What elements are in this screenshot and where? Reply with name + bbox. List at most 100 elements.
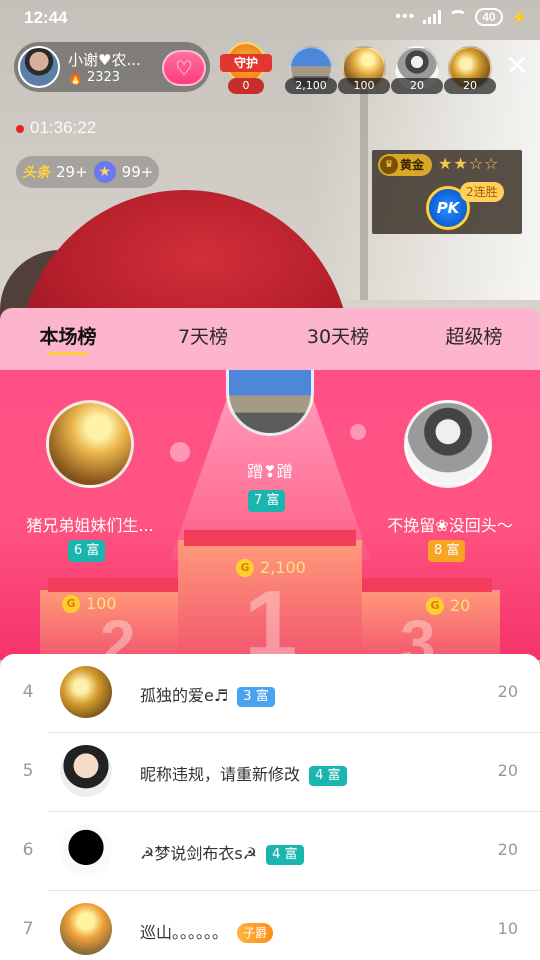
pk-stars: ★★☆☆ — [438, 154, 500, 173]
second-place-avatar[interactable] — [46, 400, 134, 488]
tab-current-session[interactable]: 本场榜 — [30, 322, 106, 352]
coin-icon: G — [62, 594, 80, 613]
list-wealth-tag: 4 富 — [266, 845, 304, 865]
window-frame — [360, 60, 368, 300]
signal-icon — [423, 10, 442, 24]
star-count: 99+ — [121, 163, 154, 181]
list-rank: 4 — [22, 682, 34, 702]
recording-dot-icon — [16, 125, 24, 133]
tab-30-days[interactable]: 30天榜 — [300, 322, 376, 352]
pk-streak: 2连胜 — [460, 182, 504, 202]
viewer-avatar-4[interactable]: 20 — [444, 46, 496, 94]
second-place-wealth-tag: 6 富 — [68, 540, 106, 562]
list-score: 20 — [497, 840, 518, 859]
ranking-tabs: 本场榜 7天榜 30天榜 超级榜 — [0, 308, 540, 370]
viewer-avatar-1[interactable]: 2,100 — [285, 46, 337, 94]
decor-bubble — [350, 424, 366, 440]
activity-chips[interactable]: 头条 29+ ★ 99+ — [16, 156, 160, 188]
first-place-score: G 2,100 — [236, 558, 306, 577]
third-place-name[interactable]: 不挽留❀没回头～ — [370, 512, 530, 536]
guard-count: 0 — [228, 78, 264, 94]
list-rank: 7 — [22, 919, 34, 939]
viewer-score: 100 — [338, 78, 390, 94]
host-name: 小谢♥农... — [68, 51, 141, 69]
flame-icon: 🔥 — [68, 70, 83, 85]
list-name: 孤独的爱e♬ 3 富 — [140, 682, 275, 707]
list-score: 20 — [497, 761, 518, 780]
list-item[interactable]: 7 巡山。。。。。。 子爵 10 — [0, 891, 540, 960]
first-place-name[interactable]: 蹭❣蹭 — [200, 458, 340, 482]
list-wealth-tag: 3 富 — [237, 687, 275, 707]
list-score: 10 — [497, 919, 518, 938]
host-heat: 🔥 2323 — [68, 70, 120, 85]
podium-number-first: 1 — [244, 571, 298, 660]
notification-dots-icon: ••• — [395, 8, 416, 25]
list-name: 昵称违规，请重新修改 4 富 — [140, 761, 347, 786]
list-avatar[interactable] — [60, 666, 112, 718]
first-place-wealth-tag: 7 富 — [248, 490, 286, 512]
active-tab-indicator — [48, 352, 88, 355]
list-rank: 6 — [22, 840, 34, 860]
second-place-score: G 100 — [62, 594, 117, 613]
list-item[interactable]: 4 孤独的爱e♬ 3 富 20 — [0, 654, 540, 733]
list-item[interactable]: 6 ☭梦说剑布衣s☭ 4 富 20 — [0, 812, 540, 891]
status-bar: 12:44 ••• 40 ⚡ — [0, 0, 540, 36]
headline-label: 头条 — [22, 165, 50, 181]
list-score: 20 — [497, 682, 518, 701]
first-place-score-value: 2,100 — [260, 558, 306, 577]
wifi-icon — [449, 10, 468, 24]
third-place-avatar[interactable] — [404, 400, 492, 488]
viewer-avatar-3[interactable]: 20 — [391, 46, 443, 94]
second-place-name[interactable]: 猪兄弟姐妹们生... — [10, 512, 170, 536]
host-avatar[interactable] — [18, 46, 60, 88]
list-wealth-tag: 4 富 — [309, 766, 347, 786]
medal-icon: ♛ — [380, 156, 398, 174]
list-avatar[interactable] — [60, 903, 112, 955]
list-avatar[interactable] — [60, 745, 112, 797]
guard-label: 守护 — [220, 54, 272, 72]
viewer-score: 2,100 — [285, 78, 337, 94]
second-place-score-value: 100 — [86, 594, 117, 613]
pk-card[interactable]: ♛ 黄金 ★★☆☆ PK 2连胜 — [372, 150, 522, 234]
podium-block-top — [48, 578, 192, 592]
noble-rank-tag: 子爵 — [237, 923, 274, 943]
list-name-text: ☭梦说剑布衣s☭ — [140, 844, 258, 863]
ranking-list: 4 孤独的爱e♬ 3 富 20 5 昵称违规，请重新修改 4 富 20 6 ☭梦… — [0, 654, 540, 960]
live-timer: 01:36:22 — [30, 118, 97, 137]
pk-tier-label: 黄金 — [400, 158, 425, 172]
guard-badge[interactable]: 守护 0 — [218, 42, 274, 94]
list-avatar[interactable] — [60, 824, 112, 876]
status-icons: ••• 40 ⚡ — [395, 8, 528, 26]
charging-icon: ⚡ — [510, 8, 528, 25]
list-name-text: 孤独的爱e♬ — [140, 686, 229, 705]
list-name: 巡山。。。。。。 子爵 — [140, 919, 274, 943]
list-name-text: 昵称违规，请重新修改 — [140, 765, 301, 784]
coin-icon: G — [426, 596, 444, 615]
status-time: 12:44 — [24, 8, 68, 27]
follow-button[interactable]: ♡ — [162, 50, 206, 86]
headline-count: 29+ — [56, 163, 88, 181]
third-place-score: G 20 — [426, 596, 470, 615]
viewer-score: 20 — [391, 78, 443, 94]
podium-block-top — [348, 578, 492, 592]
list-rank: 5 — [22, 761, 34, 781]
third-place-wealth-tag: 8 富 — [428, 540, 466, 562]
third-place-score-value: 20 — [450, 596, 471, 615]
viewer-score: 20 — [444, 78, 496, 94]
list-name: ☭梦说剑布衣s☭ 4 富 — [140, 840, 304, 865]
tab-super[interactable]: 超级榜 — [436, 322, 512, 352]
podium-block-top — [184, 530, 356, 546]
decor-bubble — [170, 442, 190, 462]
podium: 2 1 3 蹭❣蹭 7 富 G 2,100 猪兄弟姐妹们生... 6 富 G 1… — [0, 370, 540, 660]
star-icon: ★ — [93, 161, 116, 183]
battery-icon: 40 — [475, 8, 503, 26]
close-icon[interactable]: ✕ — [502, 52, 532, 82]
tab-7-days[interactable]: 7天榜 — [168, 322, 238, 352]
host-heat-value: 2323 — [86, 70, 121, 85]
list-item[interactable]: 5 昵称违规，请重新修改 4 富 20 — [0, 733, 540, 812]
list-name-text: 巡山。。。。。。 — [140, 923, 229, 942]
pk-tier: ♛ 黄金 — [378, 154, 433, 176]
viewer-avatar-2[interactable]: 100 — [338, 46, 390, 94]
heart-icon: ♡ — [175, 56, 193, 80]
coin-icon: G — [236, 558, 254, 577]
